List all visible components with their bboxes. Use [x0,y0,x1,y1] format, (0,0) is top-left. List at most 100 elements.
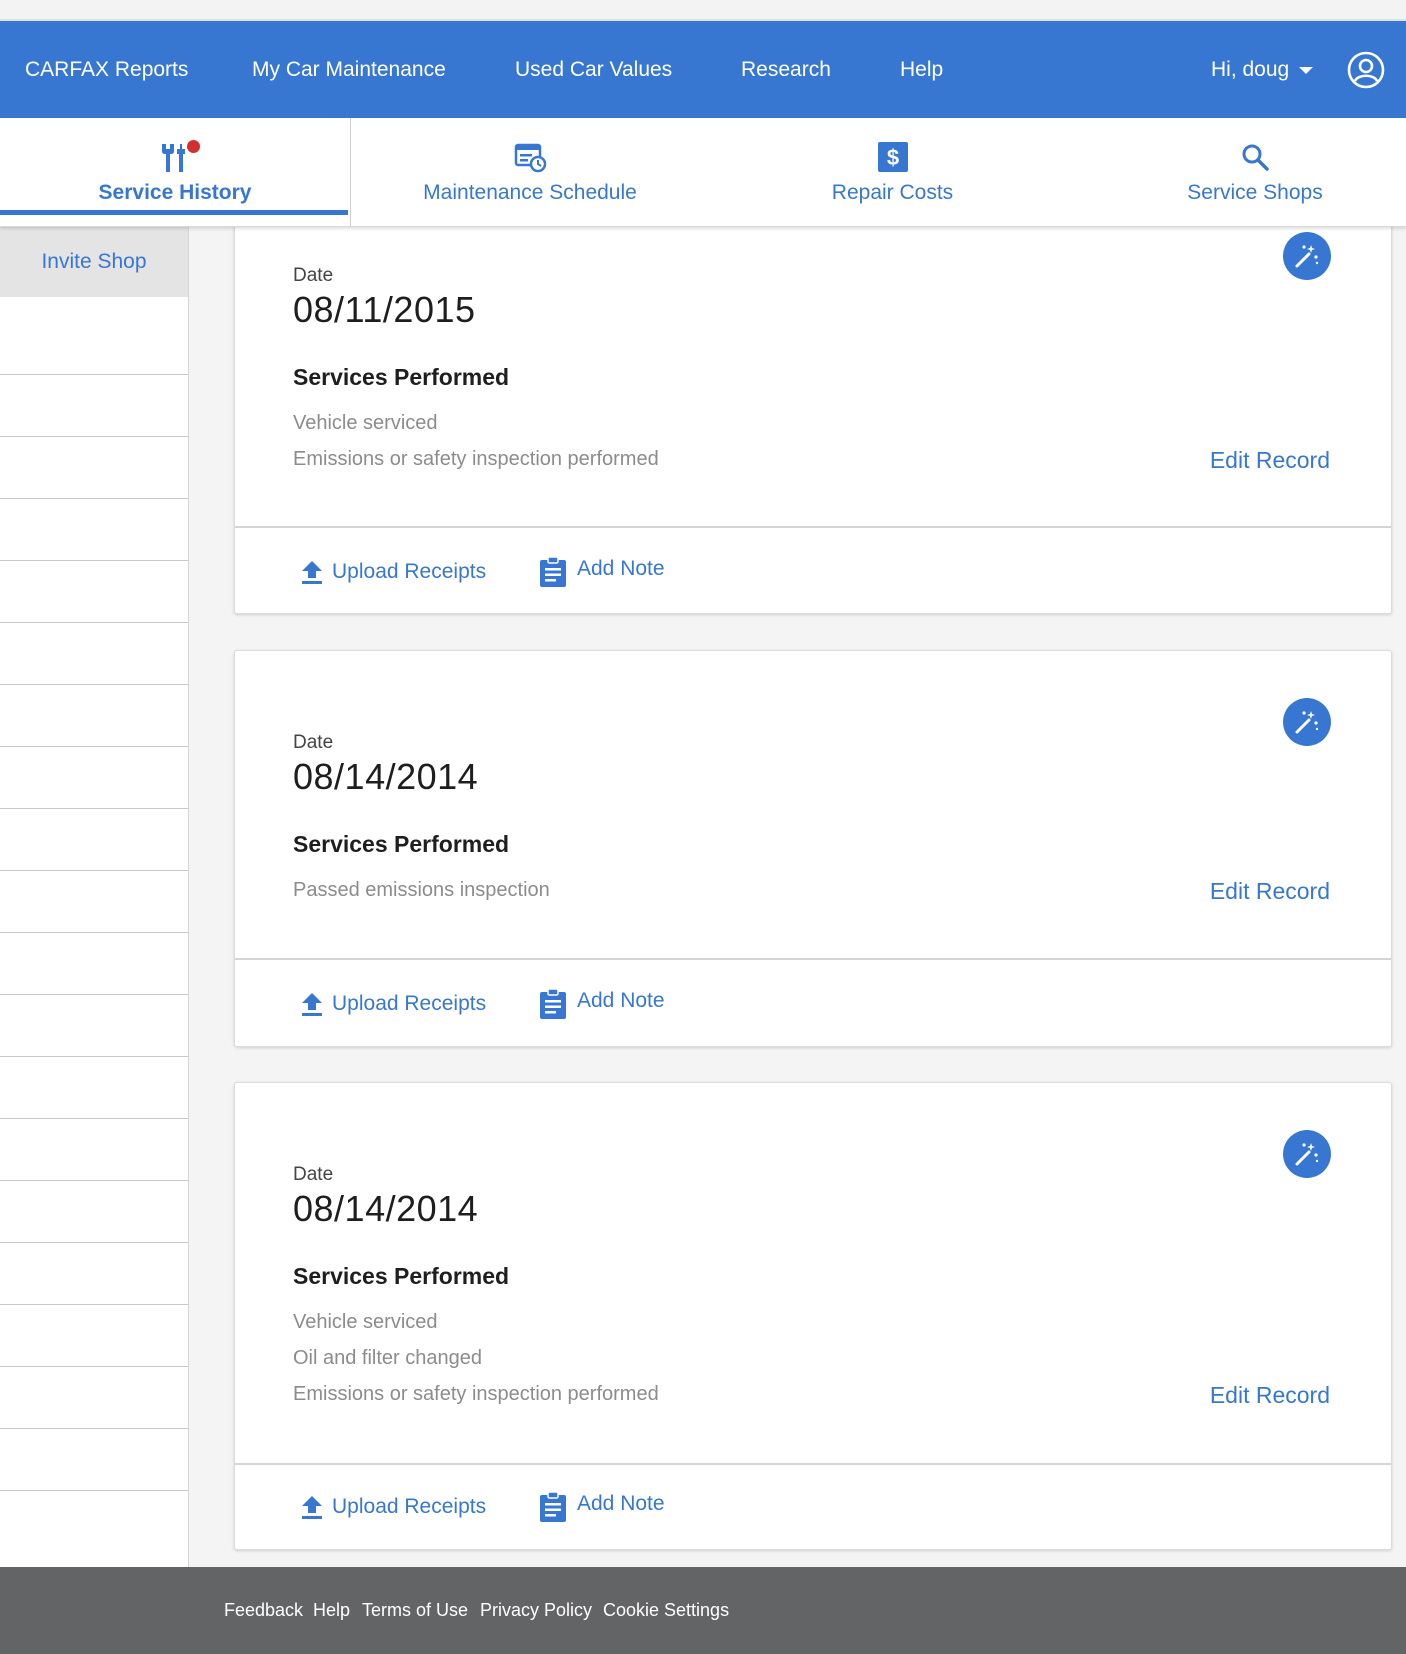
tab-label: Service History [98,181,252,204]
add-note-button[interactable]: Add Note [539,1491,665,1522]
sidebar-divider [0,374,188,375]
sidebar-divider [0,932,188,933]
tab-label: Service Shops [1187,181,1323,204]
date-label: Date [293,732,334,753]
date-label: Date [293,1164,334,1185]
sidebar-divider [0,1366,188,1367]
tab-service-history[interactable]: Service History [0,118,351,227]
card-divider [235,526,1391,528]
invite-shop-button[interactable]: Invite Shop [0,227,188,297]
clipboard-icon [540,1491,566,1522]
add-note-button[interactable]: Add Note [539,988,665,1019]
edit-record-link[interactable]: Edit Record [1210,446,1330,474]
upload-receipts-label: Upload Receipts [332,1495,487,1518]
svg-text:$: $ [886,145,898,170]
tab-label: Maintenance Schedule [423,181,637,204]
tab-bar: Service History Maintenance Schedule $ R… [0,118,1406,227]
notification-dot [187,140,200,153]
calendar-clock-icon [513,140,547,174]
footer-help-link[interactable]: Help [313,1599,350,1621]
service-item: Emissions or safety inspection performed [293,448,659,470]
magic-wand-icon [1295,1143,1319,1166]
sidebar-divider [0,746,188,747]
add-note-label: Add Note [577,557,665,580]
sidebar-divider [0,1304,188,1305]
record-date: 08/11/2015 [293,289,476,330]
footer-privacy-link[interactable]: Privacy Policy [480,1599,592,1621]
top-navbar: CARFAX Reports My Car Maintenance Used C… [0,21,1406,118]
service-item: Passed emissions inspection [293,879,550,901]
upload-receipts-button[interactable]: Upload Receipts [300,1494,486,1520]
nav-used-car-values[interactable]: Used Car Values [515,57,672,83]
account-avatar-icon[interactable] [1347,51,1385,89]
edit-record-link[interactable]: Edit Record [1210,1381,1330,1409]
upload-receipts-button[interactable]: Upload Receipts [300,991,486,1017]
clipboard-icon [540,556,566,587]
footer-cookie-settings-link[interactable]: Cookie Settings [603,1599,729,1621]
sidebar-divider [0,1118,188,1119]
edit-record-link[interactable]: Edit Record [1210,877,1330,905]
dollar-icon: $ [876,140,910,174]
tab-service-shops[interactable]: Service Shops [1075,118,1406,227]
card-divider [235,1463,1391,1465]
nav-carfax-reports[interactable]: CARFAX Reports [25,57,188,83]
sidebar: Invite Shop [0,227,189,1567]
active-tab-indicator [0,210,348,215]
magic-wand-icon [1295,245,1319,268]
footer-terms-link[interactable]: Terms of Use [362,1599,468,1621]
date-label: Date [293,265,334,286]
footer-feedback-link[interactable]: Feedback [224,1599,303,1621]
service-item: Oil and filter changed [293,1347,483,1369]
service-item: Vehicle serviced [293,412,438,434]
upload-icon [302,993,322,1016]
footer: Feedback Help Terms of Use Privacy Polic… [0,1567,1406,1654]
nav-research[interactable]: Research [741,57,831,83]
services-performed-title: Services Performed [293,1263,510,1289]
user-menu[interactable]: Hi, doug [1211,57,1314,83]
add-note-button[interactable]: Add Note [539,556,665,587]
chevron-down-icon [1299,66,1314,74]
magic-wand-button[interactable] [1283,698,1331,746]
sidebar-divider [0,560,188,561]
service-record-card: Date 08/14/2014 Services Performed Passe… [234,650,1392,1047]
magic-wand-button[interactable] [1283,1130,1331,1178]
upload-icon [302,1496,322,1519]
sidebar-divider [0,1056,188,1057]
magic-wand-icon [1295,711,1319,734]
services-performed-title: Services Performed [293,831,510,857]
sidebar-divider [0,870,188,871]
tab-maintenance-schedule[interactable]: Maintenance Schedule [350,118,710,227]
service-item: Emissions or safety inspection performed [293,1383,659,1405]
user-greeting: Hi, doug [1211,58,1290,81]
service-record-card: Date 08/14/2014 Services Performed Vehic… [234,1082,1392,1550]
sidebar-divider [0,1180,188,1181]
record-date: 08/14/2014 [293,756,479,797]
services-performed-title: Services Performed [293,364,510,390]
sidebar-divider [0,1428,188,1429]
upload-receipts-label: Upload Receipts [332,560,487,583]
sidebar-divider [0,622,188,623]
nav-my-car-maintenance[interactable]: My Car Maintenance [252,57,446,83]
upload-receipts-label: Upload Receipts [332,992,487,1015]
search-icon [1238,140,1272,174]
upload-receipts-button[interactable]: Upload Receipts [300,559,486,585]
magic-wand-button[interactable] [1283,232,1331,280]
sidebar-divider [0,994,188,995]
nav-help[interactable]: Help [900,57,943,83]
tab-repair-costs[interactable]: $ Repair Costs [710,118,1075,227]
service-record-card: Date 08/11/2015 Services Performed Vehic… [234,200,1392,614]
service-item: Vehicle serviced [293,1311,438,1333]
clipboard-icon [540,988,566,1019]
sidebar-divider [0,436,188,437]
add-note-label: Add Note [577,989,665,1012]
sidebar-divider [0,808,188,809]
sidebar-divider [0,498,188,499]
tab-label: Repair Costs [831,181,954,204]
upload-icon [302,561,322,584]
sidebar-divider [0,1490,188,1491]
sidebar-divider [0,1242,188,1243]
add-note-label: Add Note [577,1492,665,1515]
sidebar-divider [0,684,188,685]
record-date: 08/14/2014 [293,1188,479,1229]
card-divider [235,958,1391,960]
